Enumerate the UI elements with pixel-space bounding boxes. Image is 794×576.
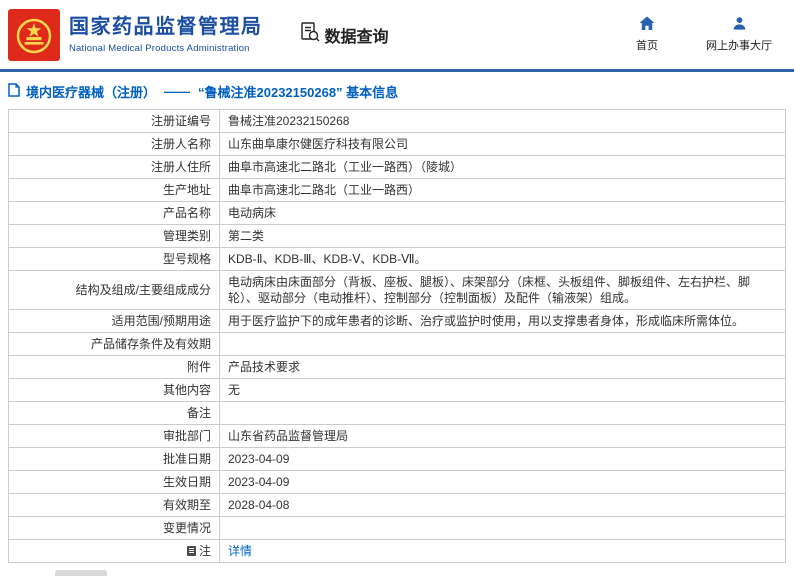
- table-row: 管理类别 第二类: [8, 224, 786, 248]
- header-nav: 首页 网上办事大厅: [636, 16, 772, 53]
- row-label: 生效日期: [8, 470, 220, 494]
- row-label: 注册人住所: [8, 155, 220, 179]
- row-label: 注册证编号: [8, 109, 220, 133]
- table-row: 注册人住所 曲阜市高速北二路北（工业一路西）（陵城）: [8, 155, 786, 179]
- row-value: 2028-04-08: [219, 493, 786, 517]
- breadcrumb-separator: ——: [164, 84, 191, 99]
- row-label: 注册人名称: [8, 132, 220, 156]
- table-row: 注册证编号 鲁械注准20232150268: [8, 109, 786, 133]
- row-label: 管理类别: [8, 224, 220, 248]
- person-icon: [732, 16, 747, 34]
- table-row: 生产地址 曲阜市高速北二路北（工业一路西）: [8, 178, 786, 202]
- footer-fragment: [55, 570, 107, 576]
- table-row: 适用范围/预期用途 用于医疗监护下的成年患者的诊断、治疗或监护时使用，用以支撑患者…: [8, 309, 786, 333]
- table-row: 批准日期 2023-04-09: [8, 447, 786, 471]
- info-table-body: 注册证编号 鲁械注准20232150268 注册人名称 山东曲阜康尔健医疗科技有限公司…: [8, 109, 786, 563]
- row-value: 2023-04-09: [219, 447, 786, 471]
- row-label: 审批部门: [8, 424, 220, 448]
- breadcrumb: 境内医疗器械（注册） —— “鲁械注准20232150268” 基本信息: [0, 72, 794, 108]
- row-label: 其他内容: [8, 378, 220, 402]
- org-name-cn: 国家药品监督管理局: [69, 16, 263, 38]
- row-label: 有效期至: [8, 493, 220, 517]
- row-label: 适用范围/预期用途: [8, 309, 220, 333]
- row-value: 山东省药品监督管理局: [219, 424, 786, 448]
- row-value: KDB-Ⅱ、KDB-Ⅲ、KDB-Ⅴ、KDB-Ⅶ。: [219, 247, 786, 271]
- detail-link[interactable]: 详情: [228, 544, 252, 558]
- national-emblem-logo: [8, 8, 60, 61]
- table-row: 审批部门 山东省药品监督管理局: [8, 424, 786, 448]
- row-label: 附件: [8, 355, 220, 379]
- table-row: 结构及组成/主要组成成分 电动病床由床面部分（背板、座板、腿板）、床架部分（床框、…: [8, 270, 786, 310]
- page-icon: [8, 83, 20, 100]
- row-value: 产品技术要求: [219, 355, 786, 379]
- row-value: [219, 516, 786, 540]
- nav-home[interactable]: 首页: [636, 16, 658, 53]
- row-value: 2023-04-09: [219, 470, 786, 494]
- table-row: 注册人名称 山东曲阜康尔健医疗科技有限公司: [8, 132, 786, 156]
- nav-online-hall-label: 网上办事大厅: [706, 40, 772, 52]
- row-label: 生产地址: [8, 178, 220, 202]
- row-value: [219, 332, 786, 356]
- home-icon: [639, 16, 655, 34]
- nav-online-hall[interactable]: 网上办事大厅: [706, 16, 772, 53]
- org-name-en: National Medical Products Administration: [69, 43, 250, 54]
- row-value: 曲阜市高速北二路北（工业一路西）: [219, 178, 786, 202]
- row-value: 山东曲阜康尔健医疗科技有限公司: [219, 132, 786, 156]
- table-row: 产品名称 电动病床: [8, 201, 786, 225]
- data-query-title: 数据查询: [300, 21, 389, 48]
- info-table: 注册证编号 鲁械注准20232150268 注册人名称 山东曲阜康尔健医疗科技有限公司…: [8, 109, 786, 563]
- table-row: 其他内容无: [8, 378, 786, 402]
- row-label: 型号规格: [8, 247, 220, 271]
- row-label: 产品储存条件及有效期: [8, 332, 220, 356]
- row-value: [219, 401, 786, 425]
- row-value: 用于医疗监护下的成年患者的诊断、治疗或监护时使用，用以支撑患者身体，形成临床所需…: [219, 309, 786, 333]
- table-row: 注详情: [8, 539, 786, 563]
- table-row: 变更情况: [8, 516, 786, 540]
- row-label: 备注: [8, 401, 220, 425]
- document-search-icon: [300, 21, 320, 48]
- row-label: 结构及组成/主要组成成分: [8, 270, 220, 310]
- row-value: 电动病床: [219, 201, 786, 225]
- row-value: 电动病床由床面部分（背板、座板、腿板）、床架部分（床框、头板组件、脚板组件、左右…: [219, 270, 786, 310]
- nav-home-label: 首页: [636, 40, 658, 52]
- row-label: 变更情况: [8, 516, 220, 540]
- row-value: 无: [219, 378, 786, 402]
- note-icon: [186, 546, 196, 556]
- table-row: 型号规格 KDB-Ⅱ、KDB-Ⅲ、KDB-Ⅴ、KDB-Ⅶ。: [8, 247, 786, 271]
- org-names: 国家药品监督管理局 National Medical Products Admi…: [69, 15, 263, 54]
- table-row: 生效日期 2023-04-09: [8, 470, 786, 494]
- row-label: 注: [8, 539, 220, 563]
- table-row: 有效期至 2028-04-08: [8, 493, 786, 517]
- table-row: 备注: [8, 401, 786, 425]
- row-value: 鲁械注准20232150268: [219, 109, 786, 133]
- row-label: 产品名称: [8, 201, 220, 225]
- row-value: 曲阜市高速北二路北（工业一路西）（陵城）: [219, 155, 786, 179]
- data-query-label: 数据查询: [324, 28, 389, 46]
- row-value: 详情: [219, 539, 786, 563]
- row-value: 第二类: [219, 224, 786, 248]
- table-row: 附件 产品技术要求: [8, 355, 786, 379]
- page-title: “鲁械注准20232150268” 基本信息: [198, 85, 399, 100]
- table-row: 产品储存条件及有效期: [8, 332, 786, 356]
- breadcrumb-category: 境内医疗器械（注册）: [26, 85, 157, 100]
- row-label: 批准日期: [8, 447, 220, 471]
- site-header: 国家药品监督管理局 National Medical Products Admi…: [0, 0, 794, 69]
